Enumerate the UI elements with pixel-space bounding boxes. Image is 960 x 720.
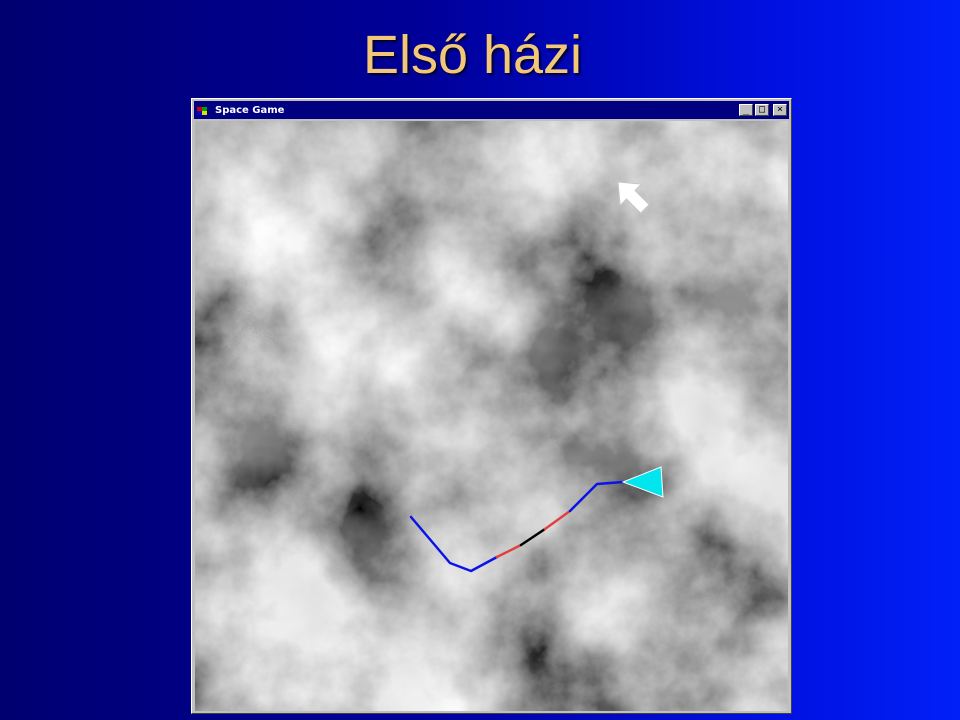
- game-canvas[interactable]: [195, 121, 788, 711]
- close-button[interactable]: ×: [773, 104, 787, 116]
- window-titlebar[interactable]: Space Game _ □ ×: [194, 101, 789, 119]
- slide-title: Első házi: [362, 25, 583, 85]
- app-icon[interactable]: [197, 104, 211, 116]
- game-window: Space Game _ □ ×: [191, 98, 792, 714]
- maximize-button[interactable]: □: [755, 104, 769, 116]
- window-title: Space Game: [215, 104, 285, 116]
- cloud-background: [195, 121, 788, 711]
- minimize-button[interactable]: _: [739, 104, 753, 116]
- game-scene: [195, 121, 788, 711]
